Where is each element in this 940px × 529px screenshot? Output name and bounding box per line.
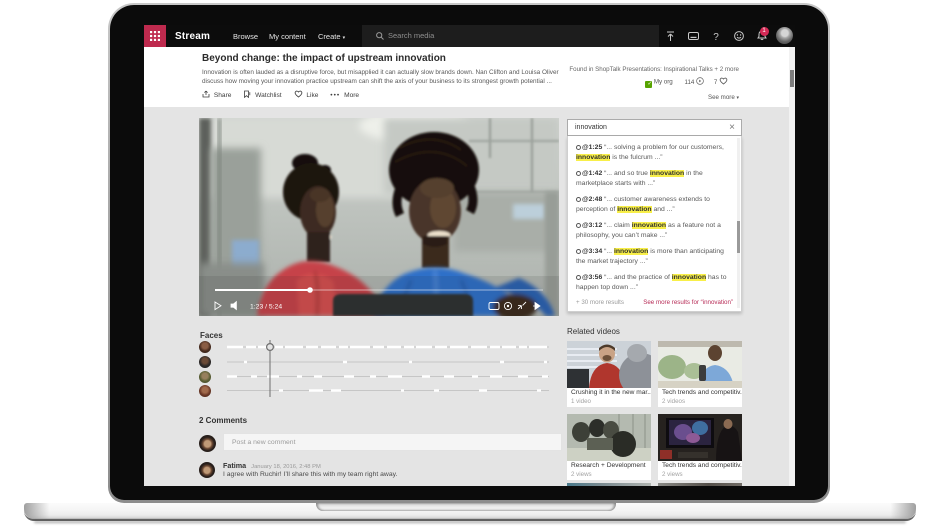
svg-text:1:23 / 5:24: 1:23 / 5:24 <box>250 304 282 311</box>
svg-text:?: ? <box>713 32 719 42</box>
